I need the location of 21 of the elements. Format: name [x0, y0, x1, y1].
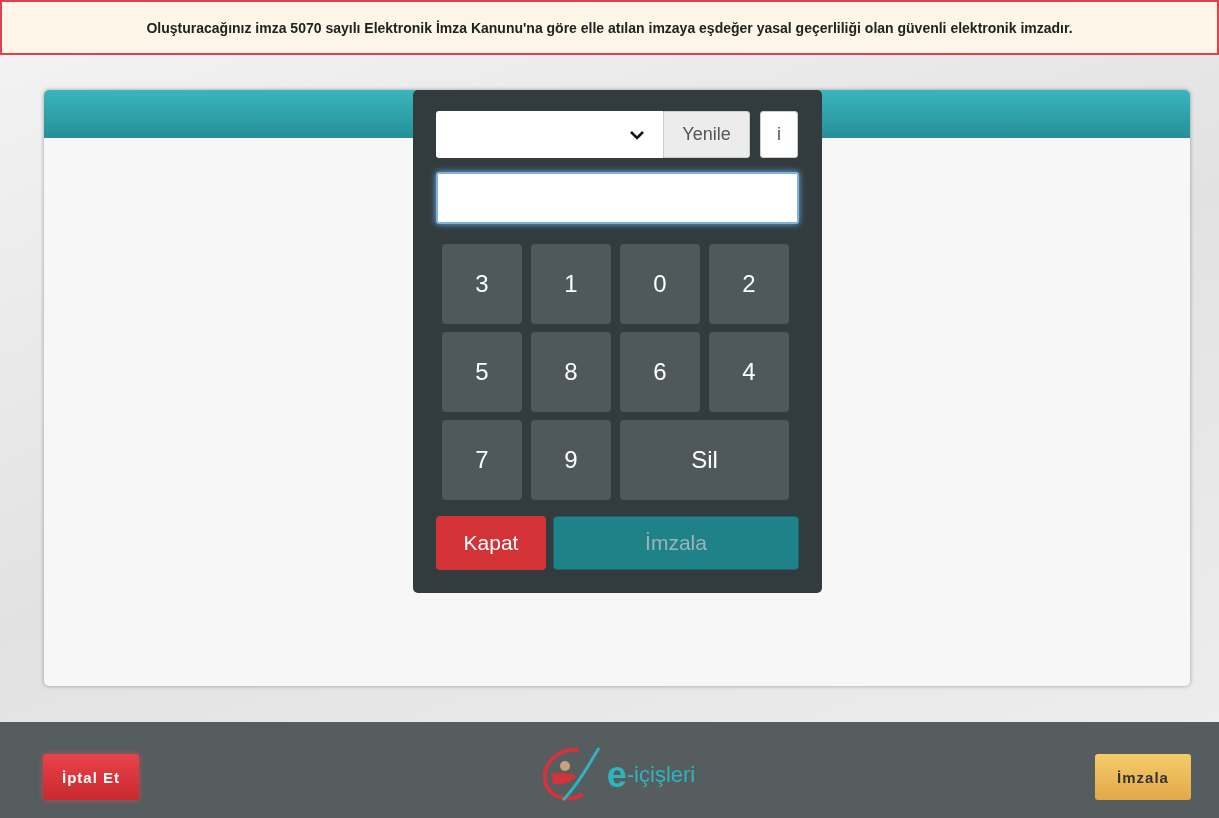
logo-text: -içişleri [626, 762, 696, 788]
digit-key[interactable]: 4 [709, 332, 789, 412]
digit-key[interactable]: 5 [442, 332, 522, 412]
digit-key[interactable]: 1 [531, 244, 611, 324]
digit-key[interactable]: 6 [620, 332, 700, 412]
refresh-button[interactable]: Yenile [663, 111, 750, 158]
chevron-down-icon [629, 129, 645, 140]
info-button[interactable]: i [760, 111, 798, 158]
close-button[interactable]: Kapat [436, 516, 546, 570]
digit-key[interactable]: 9 [531, 420, 611, 500]
digit-key[interactable]: 2 [709, 244, 789, 324]
logo-mark: e [606, 754, 627, 796]
notice-banner: Oluşturacağınız imza 5070 sayılı Elektronik İmza Kanunu'na göre elle atılan imzaya eşdeğer yasal geçerliliği olan güvenli elektronik imzadır. [0, 0, 1219, 55]
pin-input-field[interactable] [436, 172, 799, 224]
digit-key[interactable]: 7 [442, 420, 522, 500]
delete-key[interactable]: Sil [620, 420, 789, 500]
digit-key[interactable]: 8 [531, 332, 611, 412]
cancel-button[interactable]: İptal Et [43, 754, 139, 800]
sign-button[interactable]: İmzala [1095, 754, 1191, 800]
digit-key[interactable]: 3 [442, 244, 522, 324]
digit-key[interactable]: 0 [620, 244, 700, 324]
